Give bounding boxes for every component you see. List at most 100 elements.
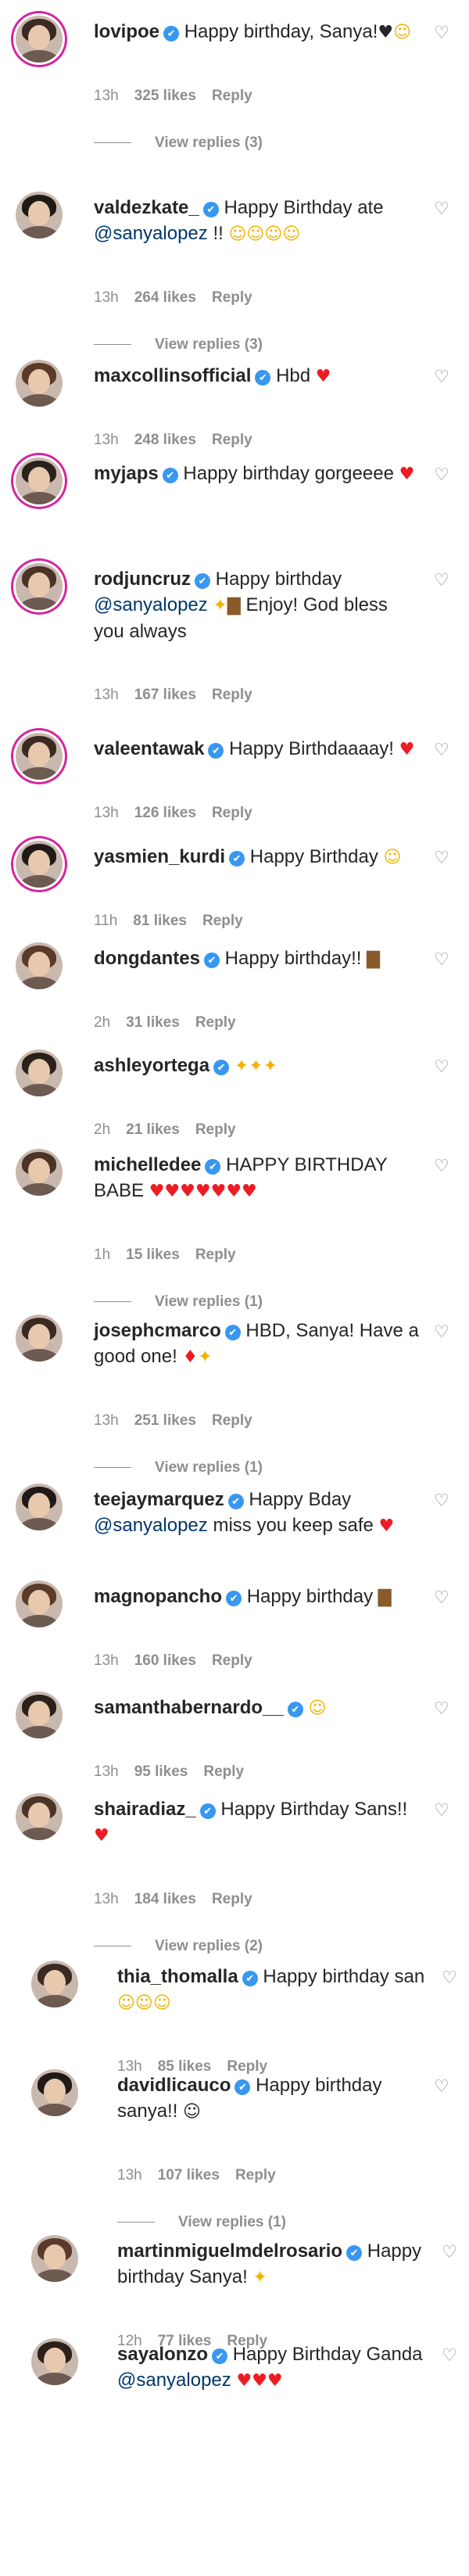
like-heart-icon[interactable]: ♡ xyxy=(434,2078,449,2095)
comment-timestamp[interactable]: 13h xyxy=(94,1891,119,1907)
avatar[interactable] xyxy=(16,360,63,407)
like-heart-icon[interactable]: ♡ xyxy=(434,466,449,483)
like-heart-icon[interactable]: ♡ xyxy=(434,1157,449,1175)
mention-link[interactable]: @sanyalopez xyxy=(94,223,208,244)
mention-link[interactable]: @sanyalopez xyxy=(94,594,208,615)
comment-timestamp[interactable]: 13h xyxy=(94,1763,119,1780)
comment-timestamp[interactable]: 11h xyxy=(94,913,117,929)
reply-button[interactable]: Reply xyxy=(195,1014,236,1031)
view-replies-button[interactable]: View replies (1) xyxy=(94,1459,263,1476)
like-count[interactable]: 107 likes xyxy=(158,2167,220,2183)
comment-username[interactable]: valdezkate_ xyxy=(94,197,199,218)
like-heart-icon[interactable]: ♡ xyxy=(442,2347,457,2364)
avatar[interactable] xyxy=(31,1961,78,2007)
like-heart-icon[interactable]: ♡ xyxy=(434,1058,449,1075)
like-count[interactable]: 264 likes xyxy=(134,289,196,306)
avatar[interactable] xyxy=(16,1793,63,1840)
like-heart-icon[interactable]: ♡ xyxy=(434,1700,449,1717)
comment-username[interactable]: magnopancho xyxy=(94,1586,222,1607)
like-heart-icon[interactable]: ♡ xyxy=(434,24,449,41)
reply-button[interactable]: Reply xyxy=(212,88,252,104)
like-count[interactable]: 248 likes xyxy=(134,432,196,448)
view-replies-button[interactable]: View replies (3) xyxy=(94,336,263,353)
like-heart-icon[interactable]: ♡ xyxy=(434,951,449,968)
like-count[interactable]: 251 likes xyxy=(134,1412,196,1429)
like-count[interactable]: 15 likes xyxy=(126,1247,180,1263)
comment-username[interactable]: davidlicauco xyxy=(117,2075,231,2096)
like-count[interactable]: 31 likes xyxy=(126,1014,180,1031)
like-heart-icon[interactable]: ♡ xyxy=(434,1589,449,1606)
like-count[interactable]: 160 likes xyxy=(134,1652,196,1669)
comment-timestamp[interactable]: 13h xyxy=(94,432,119,448)
view-replies-button[interactable]: View replies (2) xyxy=(94,1938,263,1955)
like-heart-icon[interactable]: ♡ xyxy=(442,2244,457,2261)
comment-username[interactable]: maxcollinsofficial xyxy=(94,365,251,386)
avatar[interactable] xyxy=(16,1692,63,1738)
reply-button[interactable]: Reply xyxy=(203,1763,244,1780)
reply-button[interactable]: Reply xyxy=(212,1891,252,1907)
comment-username[interactable]: josephcmarco xyxy=(94,1320,221,1341)
comment-timestamp[interactable]: 1h xyxy=(94,1247,110,1263)
like-heart-icon[interactable]: ♡ xyxy=(434,200,449,217)
avatar[interactable] xyxy=(16,16,63,63)
like-heart-icon[interactable]: ♡ xyxy=(434,368,449,386)
like-count[interactable]: 184 likes xyxy=(134,1891,196,1907)
avatar[interactable] xyxy=(31,2235,78,2282)
comment-username[interactable]: samanthabernardo__ xyxy=(94,1697,284,1718)
comment-username[interactable]: michelledee xyxy=(94,1154,201,1175)
comment-username[interactable]: rodjuncruz xyxy=(94,569,191,590)
comment-username[interactable]: martinmiguelmdelrosario xyxy=(117,2241,342,2262)
reply-button[interactable]: Reply xyxy=(212,687,252,703)
comment-timestamp[interactable]: 13h xyxy=(94,1652,119,1669)
avatar[interactable] xyxy=(16,1049,63,1096)
reply-button[interactable]: Reply xyxy=(202,913,243,929)
avatar[interactable] xyxy=(16,1580,63,1627)
avatar[interactable] xyxy=(16,192,63,239)
avatar[interactable] xyxy=(16,1315,63,1362)
comment-username[interactable]: yasmien_kurdi xyxy=(94,846,225,867)
like-count[interactable]: 126 likes xyxy=(134,805,196,821)
like-count[interactable]: 325 likes xyxy=(134,88,196,104)
avatar[interactable] xyxy=(16,841,63,888)
reply-button[interactable]: Reply xyxy=(212,432,252,448)
reply-button[interactable]: Reply xyxy=(235,2167,276,2183)
comment-username[interactable]: myjaps xyxy=(94,463,159,484)
comment-timestamp[interactable]: 13h xyxy=(94,88,119,104)
avatar[interactable] xyxy=(31,2069,78,2116)
comment-username[interactable]: lovipoe xyxy=(94,21,159,42)
like-count[interactable]: 95 likes xyxy=(134,1763,188,1780)
mention-link[interactable]: @sanyalopez xyxy=(117,2370,231,2391)
like-heart-icon[interactable]: ♡ xyxy=(434,849,449,866)
comment-username[interactable]: thia_thomalla xyxy=(117,1966,238,1987)
like-count[interactable]: 167 likes xyxy=(134,687,196,703)
reply-button[interactable]: Reply xyxy=(195,1247,236,1263)
like-heart-icon[interactable]: ♡ xyxy=(434,1492,449,1509)
like-heart-icon[interactable]: ♡ xyxy=(434,741,449,759)
like-heart-icon[interactable]: ♡ xyxy=(442,1969,457,1986)
avatar[interactable] xyxy=(16,1149,63,1196)
comment-timestamp[interactable]: 13h xyxy=(94,289,119,306)
comment-timestamp[interactable]: 13h xyxy=(94,805,119,821)
like-heart-icon[interactable]: ♡ xyxy=(434,572,449,589)
like-count[interactable]: 81 likes xyxy=(133,913,187,929)
avatar[interactable] xyxy=(16,733,63,780)
comment-timestamp[interactable]: 2h xyxy=(94,1014,110,1031)
like-count[interactable]: 21 likes xyxy=(126,1121,180,1138)
comment-username[interactable]: shairadiaz_ xyxy=(94,1799,196,1820)
avatar[interactable] xyxy=(16,942,63,989)
avatar[interactable] xyxy=(16,1484,63,1530)
reply-button[interactable]: Reply xyxy=(212,1652,252,1669)
avatar[interactable] xyxy=(31,2338,78,2385)
like-heart-icon[interactable]: ♡ xyxy=(434,1323,449,1340)
reply-button[interactable]: Reply xyxy=(212,289,252,306)
like-heart-icon[interactable]: ♡ xyxy=(434,1802,449,1819)
view-replies-button[interactable]: View replies (1) xyxy=(117,2214,286,2231)
comment-timestamp[interactable]: 13h xyxy=(94,1412,119,1429)
comment-timestamp[interactable]: 13h xyxy=(94,687,119,703)
comment-username[interactable]: ashleyortega xyxy=(94,1055,209,1076)
reply-button[interactable]: Reply xyxy=(195,1121,236,1138)
view-replies-button[interactable]: View replies (3) xyxy=(94,135,263,152)
comment-timestamp[interactable]: 2h xyxy=(94,1121,110,1138)
avatar[interactable] xyxy=(16,563,63,610)
comment-username[interactable]: sayalonzo xyxy=(117,2344,208,2365)
